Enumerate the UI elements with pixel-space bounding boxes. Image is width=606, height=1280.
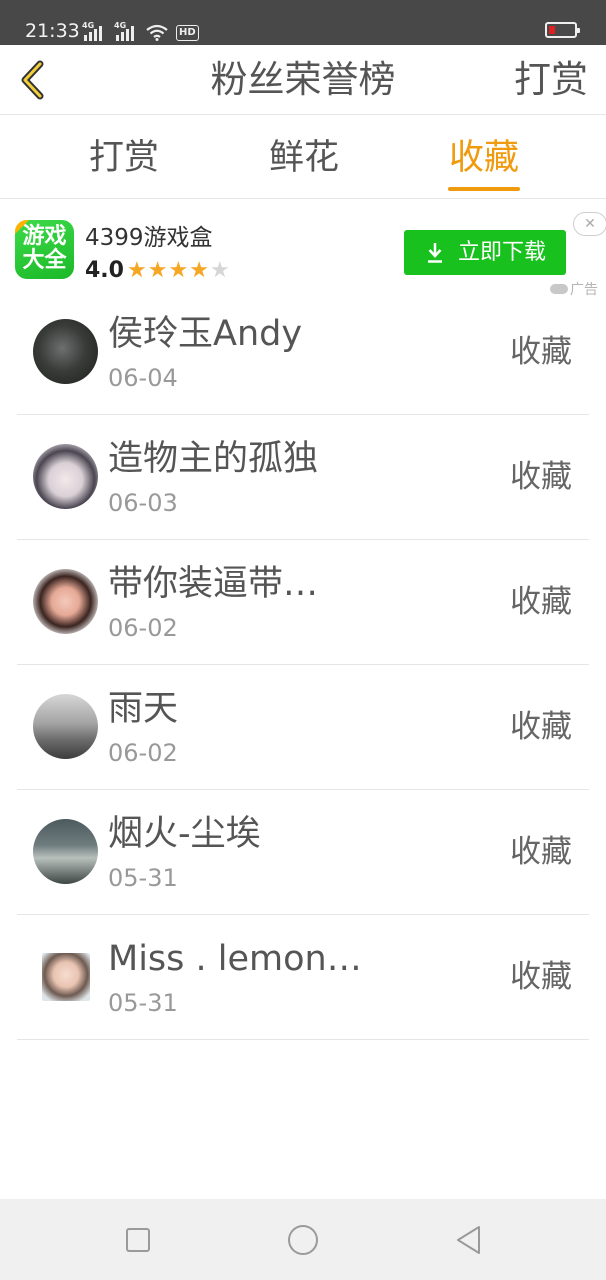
list-item[interactable]: 烟火-尘埃 05-31 收藏 [17,790,589,915]
header: 粉丝荣誉榜 打赏 [0,45,606,115]
tab-flowers[interactable]: 鲜花 [244,135,364,181]
star-empty-icon: ★ [209,258,231,283]
list-item[interactable]: 侯玲玉Andy 06-04 收藏 [17,290,589,415]
fan-name: 造物主的孤独 [108,439,319,479]
reward-button[interactable]: 打赏 [514,57,588,103]
fan-name: 带你装逼带… [108,564,319,604]
system-nav-bar [0,1199,606,1280]
fan-action-label: 收藏 [510,834,572,870]
fan-list: 侯玲玉Andy 06-04 收藏 造物主的孤独 06-03 收藏 带你装逼带… … [17,290,589,1040]
list-item[interactable]: 带你装逼带… 06-02 收藏 [17,540,589,665]
hd-icon: HD [176,25,199,41]
download-button[interactable]: 立即下载 [404,230,566,275]
square-icon[interactable] [121,1223,155,1257]
fan-action-label: 收藏 [510,584,572,620]
fan-date: 06-04 [108,364,178,392]
avatar[interactable] [33,444,98,509]
avatar[interactable] [33,319,98,384]
fan-name: 雨天 [108,689,179,729]
star-icon: ★ [189,258,210,283]
fan-name: 侯玲玉Andy [108,314,303,354]
star-icon: ★ [147,258,169,283]
signal-icon: 4G [114,21,134,41]
fan-date: 05-31 [108,864,178,892]
fan-date: 06-03 [108,489,178,517]
signal-icon: 4G [82,21,102,41]
fan-action-label: 收藏 [510,709,572,745]
ad-rating: 4.0 [85,258,124,283]
fan-action-label: 收藏 [510,459,572,495]
rating-stars: ★★★★★ [127,257,231,285]
ad-app-name: 4399游戏盒 [85,225,213,251]
tab-active-indicator [448,187,520,191]
star-icon: ★ [168,258,190,283]
battery-level [549,26,555,34]
wifi-icon [146,24,168,41]
triangle-back-icon[interactable] [452,1223,486,1257]
avatar[interactable] [33,569,98,634]
avatar[interactable] [33,819,98,884]
status-time: 21:33 [25,20,80,42]
avatar[interactable] [33,694,98,759]
status-icons: 4G 4G HD [82,21,199,41]
fan-action-label: 收藏 [510,959,572,995]
download-icon [428,243,442,263]
star-icon: ★ [127,258,148,283]
fan-date: 06-02 [108,739,178,767]
avatar[interactable] [42,953,90,1001]
ad-banner[interactable]: 游戏 大全 4399游戏盒 4.0 ★★★★★ 立即下载 [0,199,606,303]
circle-icon[interactable] [286,1223,320,1257]
fan-name: Miss . lemon… [108,939,362,979]
list-item[interactable]: 雨天 06-02 收藏 [17,665,589,790]
status-bar: 21:33 4G 4G HD [0,0,606,45]
list-item[interactable]: 造物主的孤独 06-03 收藏 [17,415,589,540]
list-item[interactable]: Miss . lemon… 05-31 收藏 [17,915,589,1040]
tab-collect[interactable]: 收藏 [424,135,544,181]
battery-icon [545,22,580,38]
fan-name: 烟火-尘埃 [108,814,261,854]
app-logo: 游戏 大全 [15,220,74,279]
fan-action-label: 收藏 [510,334,572,370]
close-icon[interactable]: ✕ [573,212,606,236]
tab-reward[interactable]: 打赏 [64,135,184,181]
fan-date: 06-02 [108,614,178,642]
fan-date: 05-31 [108,989,178,1017]
